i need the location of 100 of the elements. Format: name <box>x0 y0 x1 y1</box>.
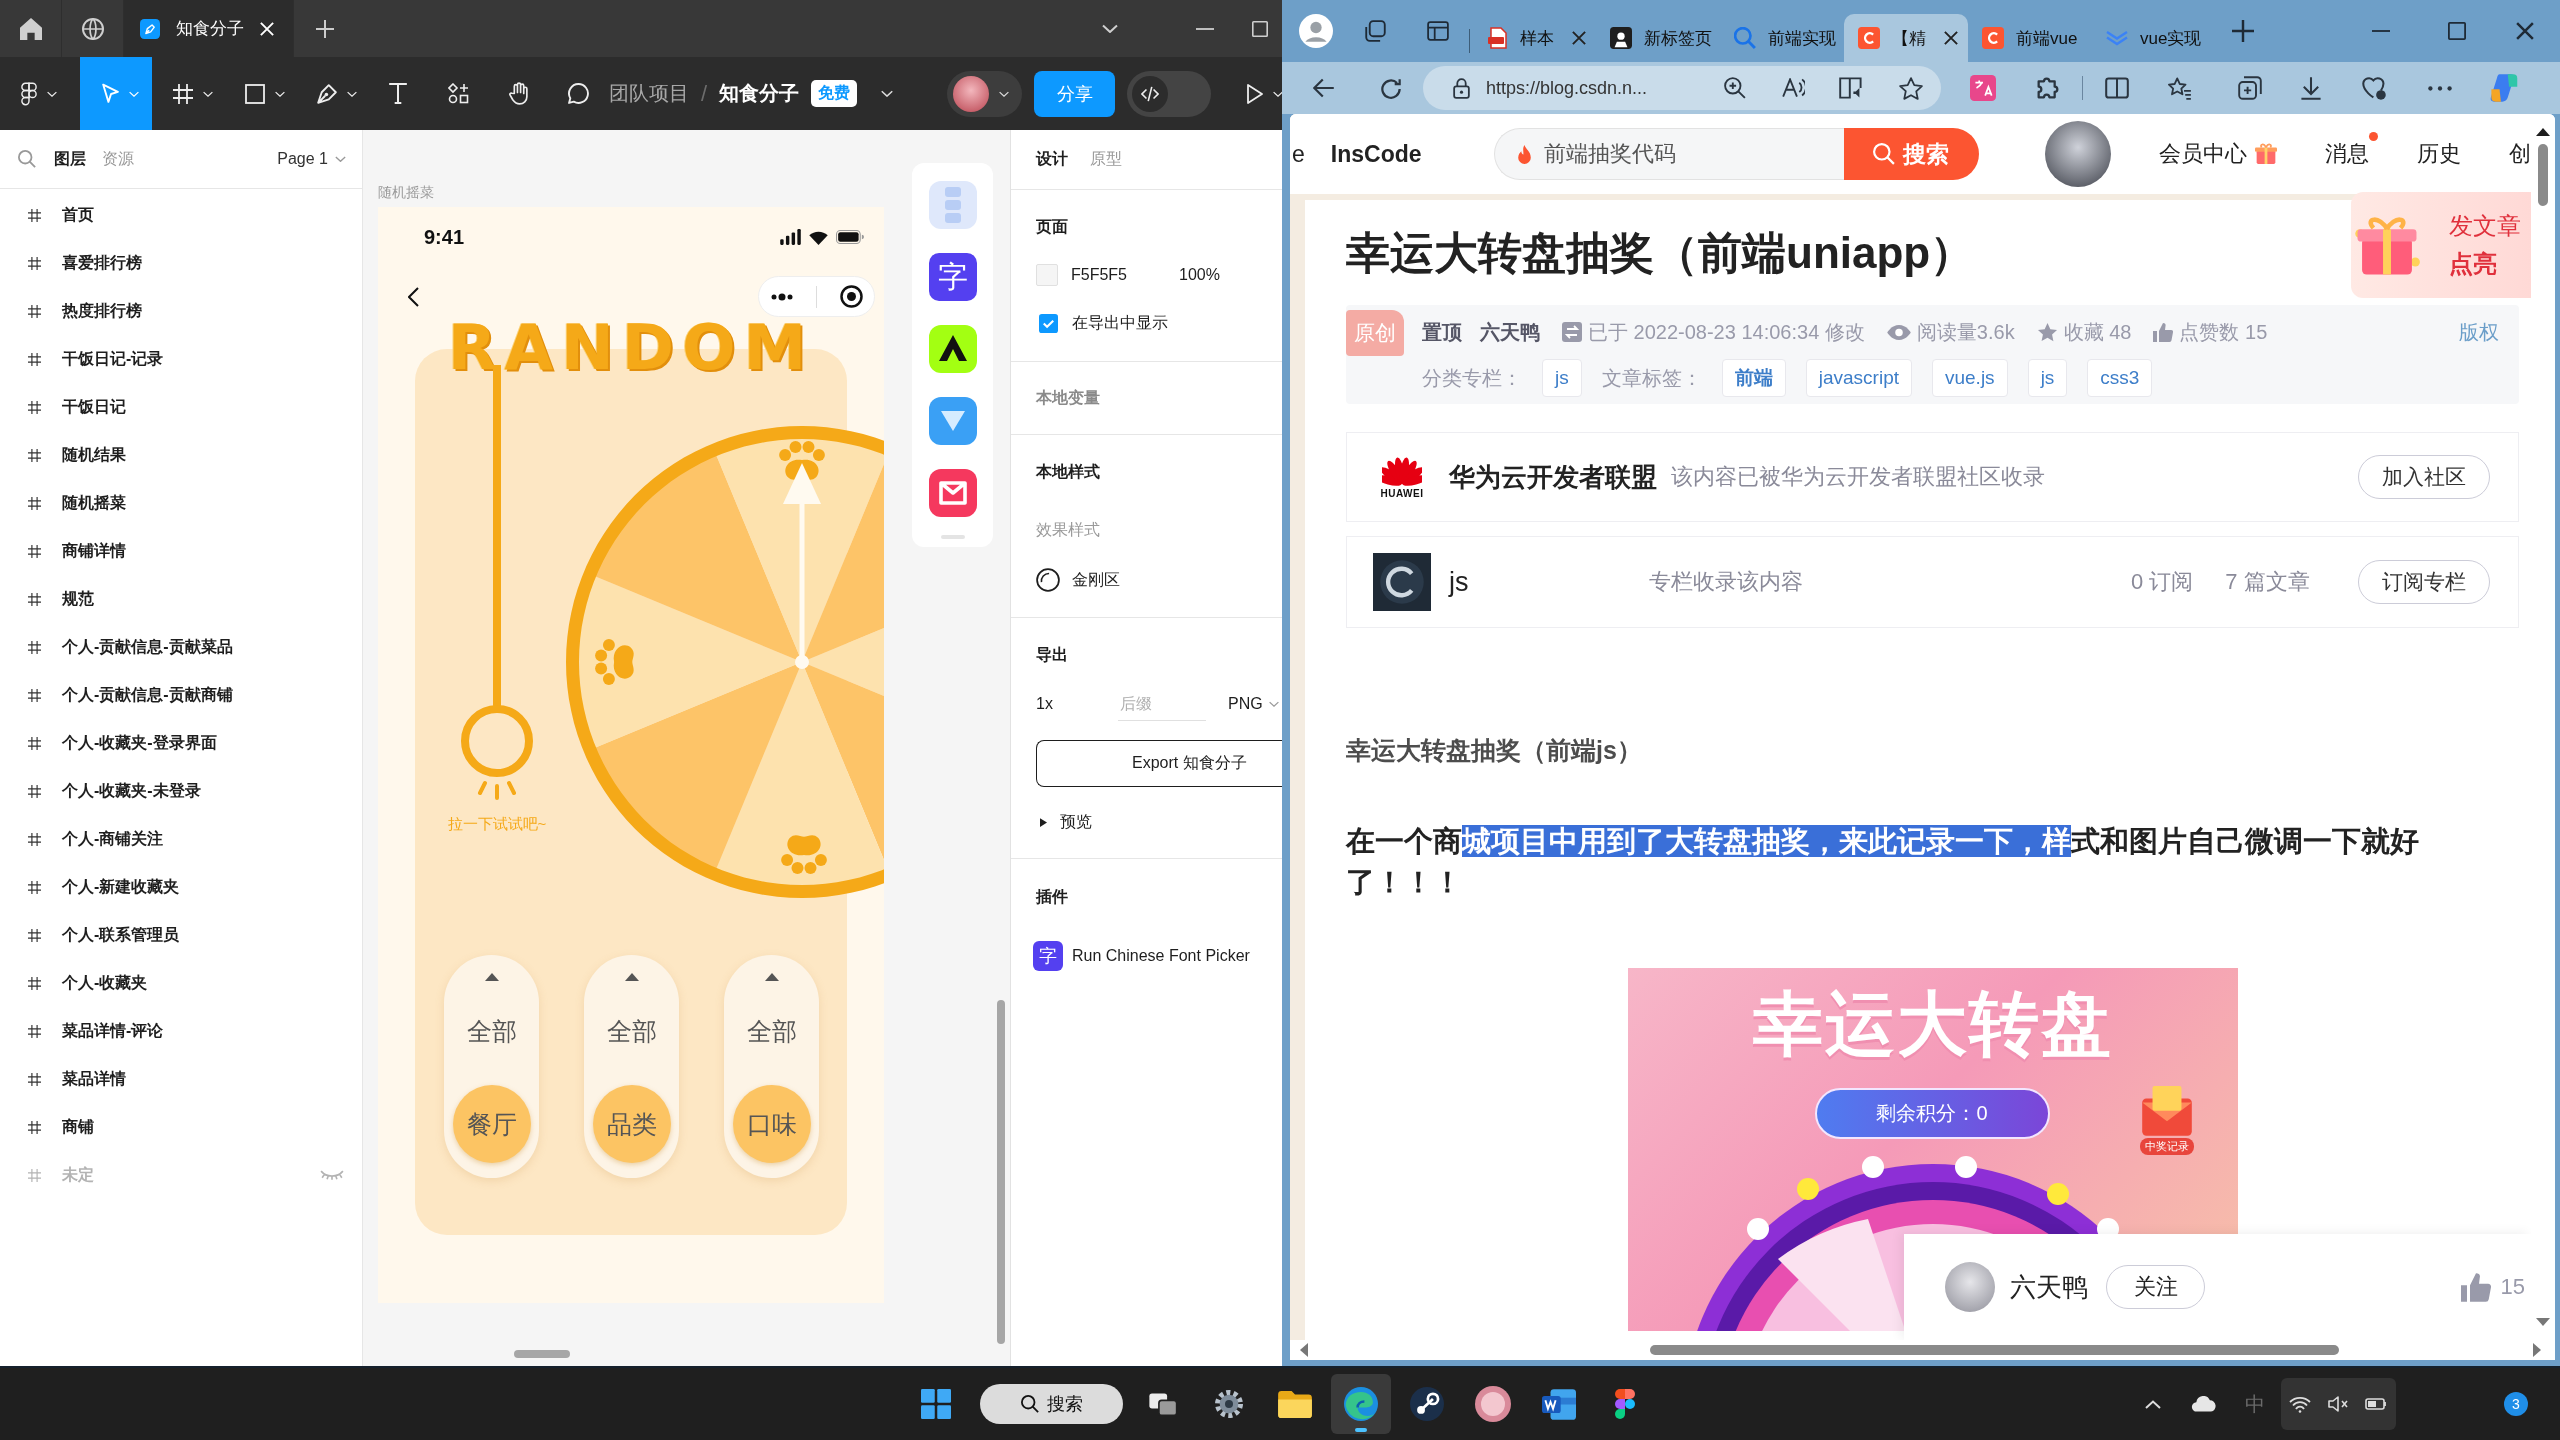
layer-item[interactable]: 商铺 <box>0 1103 362 1151</box>
category-button[interactable]: 口味 <box>732 1085 811 1163</box>
up-arrow-icon[interactable] <box>484 973 499 981</box>
nav-link[interactable]: InsCode <box>1330 140 1422 168</box>
refresh-icon[interactable] <box>1381 77 1401 99</box>
user-menu[interactable] <box>947 70 1022 117</box>
opacity-value[interactable]: 100% <box>1179 266 1220 284</box>
more-icon[interactable] <box>2428 85 2452 91</box>
maximize-icon[interactable] <box>2448 22 2466 40</box>
format-dropdown[interactable]: PNG <box>1228 695 1279 713</box>
star-icon[interactable] <box>1899 76 1923 100</box>
file-name[interactable]: 知食分子 <box>719 80 800 107</box>
up-arrow-icon[interactable] <box>764 973 779 981</box>
browser-tab[interactable]: 前端实现 <box>1720 14 1844 62</box>
dev-mode-toggle[interactable] <box>1127 70 1211 117</box>
layer-item[interactable]: 个人-联系管理员 <box>0 911 362 959</box>
author-name[interactable]: 六天鸭 <box>2010 1269 2088 1305</box>
back-arrow-icon[interactable] <box>1313 78 1335 98</box>
layer-item[interactable]: 菜品详情-评论 <box>0 1007 362 1055</box>
scroll-up-icon[interactable] <box>2536 128 2550 136</box>
close-icon[interactable] <box>1944 31 1958 45</box>
team-link[interactable]: 团队项目 <box>609 80 689 107</box>
scrollbar-thumb[interactable] <box>997 1000 1005 1344</box>
layer-item[interactable]: 首页 <box>0 191 362 239</box>
tab-actions-icon[interactable] <box>1427 21 1449 41</box>
v-tile-app-icon[interactable] <box>928 397 977 445</box>
layer-item[interactable]: 个人-收藏夹-登录界面 <box>0 719 362 767</box>
layer-item[interactable]: 热度排行榜 <box>0 287 362 335</box>
layer-item[interactable]: 商铺详情 <box>0 527 362 575</box>
scroll-left-icon[interactable] <box>1300 1343 1308 1357</box>
workspaces-icon[interactable] <box>1365 20 1386 42</box>
subscribe-button[interactable]: 订阅专栏 <box>2358 560 2490 604</box>
layer-item[interactable]: 喜爱排行榜 <box>0 239 362 287</box>
column-tag[interactable]: js <box>1542 359 1582 397</box>
layer-item[interactable]: 个人-贡献信息-贡献菜品 <box>0 623 362 671</box>
category-button[interactable]: 品类 <box>592 1085 671 1163</box>
layer-item[interactable]: 个人-收藏夹-未登录 <box>0 767 362 815</box>
article-tag[interactable]: javascript <box>1805 359 1912 397</box>
caret-icon[interactable] <box>881 90 894 97</box>
layer-item[interactable]: 个人-收藏夹 <box>0 959 362 1007</box>
export-button[interactable]: Export 知食分子 <box>1036 740 1283 787</box>
caret-icon[interactable] <box>1273 90 1283 97</box>
browser-tab[interactable]: 样本 <box>1472 14 1596 62</box>
layer-item[interactable]: 个人-贡献信息-贡献商铺 <box>0 671 362 719</box>
favorites-icon[interactable] <box>2167 76 2192 100</box>
nav-link[interactable]: e <box>1292 140 1305 168</box>
article-tag[interactable]: js <box>2027 359 2068 397</box>
layer-item[interactable]: 随机摇菜 <box>0 479 362 527</box>
status-tray[interactable] <box>2281 1378 2396 1430</box>
panel-tab[interactable]: 图层 <box>54 148 86 170</box>
join-button[interactable]: 加入社区 <box>2358 455 2490 499</box>
layer-item[interactable]: 个人-新建收藏夹 <box>0 863 362 911</box>
play-icon[interactable] <box>1247 83 1263 104</box>
thumbs-up-icon[interactable] <box>2460 1272 2491 1302</box>
capsule-menu[interactable] <box>758 276 875 317</box>
browser-tab[interactable]: vue实现 <box>2092 14 2216 62</box>
collections-icon[interactable] <box>2238 76 2262 100</box>
scrollbar-thumb[interactable] <box>1650 1345 2339 1355</box>
heart-icon[interactable] <box>2362 76 2386 100</box>
scroll-down-icon[interactable] <box>2536 1318 2550 1326</box>
page-selector[interactable]: Page 1 <box>277 150 346 168</box>
dropdown-icon[interactable] <box>1102 24 1118 33</box>
color-swatch[interactable] <box>1036 264 1058 286</box>
up-arrow-icon[interactable] <box>624 973 639 981</box>
author-link[interactable]: 六天鸭 <box>1480 318 1540 346</box>
nav-link[interactable]: 消息 <box>2325 139 2369 169</box>
nav-link[interactable]: 会员中心 <box>2159 139 2277 169</box>
nav-link[interactable]: 创 <box>2509 139 2531 169</box>
address-bar[interactable]: https://blog.csdn.n... <box>1423 66 1941 110</box>
start-icon[interactable] <box>921 1389 951 1419</box>
article-tag[interactable]: 前端 <box>1721 359 1786 397</box>
split-screen-icon[interactable] <box>2105 77 2129 99</box>
selector-pill[interactable]: 全部 餐厅 <box>444 955 539 1178</box>
selector-pill[interactable]: 全部 口味 <box>724 955 819 1178</box>
more-icon[interactable] <box>770 292 793 301</box>
article-tag[interactable]: css3 <box>2087 359 2153 397</box>
follow-button[interactable]: 关注 <box>2106 1265 2205 1309</box>
scrollbar-thumb[interactable] <box>2538 144 2548 206</box>
category-button[interactable]: 餐厅 <box>452 1085 531 1163</box>
reader-icon[interactable] <box>1839 77 1863 99</box>
layer-item[interactable]: 个人-商铺关注 <box>0 815 362 863</box>
extensions-icon[interactable] <box>2036 76 2060 100</box>
back-icon[interactable] <box>408 286 419 307</box>
layer-item[interactable]: 干饭日记 <box>0 383 362 431</box>
scale-value[interactable]: 1x <box>1036 695 1118 713</box>
color-value[interactable]: F5F5F5 <box>1071 266 1179 284</box>
close-icon[interactable] <box>1572 31 1586 45</box>
layer-item[interactable]: 随机结果 <box>0 431 362 479</box>
column-name[interactable]: js <box>1449 566 1635 598</box>
plugin-name[interactable]: Run Chinese Font Picker <box>1072 947 1250 965</box>
layer-item[interactable]: 干饭日记-记录 <box>0 335 362 383</box>
scrollbar-thumb[interactable] <box>514 1350 570 1358</box>
article-tag[interactable]: vue.js <box>1932 359 2008 397</box>
community-name[interactable]: 华为云开发者联盟 <box>1449 459 1657 495</box>
chevron-up-icon[interactable] <box>2145 1399 2161 1409</box>
browser-tab[interactable]: 新标签页 <box>1596 14 1720 62</box>
font-app-icon[interactable]: 字 <box>928 253 977 301</box>
download-icon[interactable] <box>2300 76 2322 100</box>
browser-tab[interactable]: 前端vue <box>1968 14 2092 62</box>
checkbox[interactable] <box>1039 313 1058 333</box>
